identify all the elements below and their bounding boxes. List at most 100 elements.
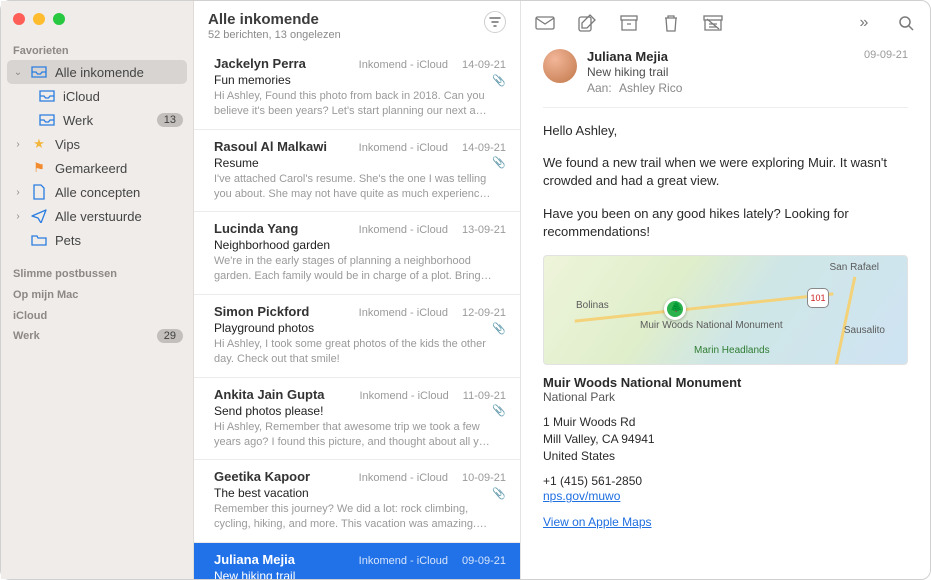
message-date: 13-09-21 [462, 224, 506, 236]
sidebar-item-all-inboxes[interactable]: ⌄ Alle inkomende [7, 60, 187, 84]
inbox-icon [39, 112, 55, 128]
to-value: Ashley Rico [619, 81, 682, 95]
message-list-item[interactable]: Ankita Jain Gupta Inkomend - iCloud 11-0… [194, 378, 520, 461]
unread-badge: 13 [157, 113, 183, 127]
place-address-line: Mill Valley, CA 94941 [543, 431, 908, 448]
sidebar-item-werk-inbox[interactable]: Werk 13 [1, 108, 193, 132]
sidebar-item-vips[interactable]: › ★ Vips [1, 132, 193, 156]
view-on-maps-link[interactable]: View on Apple Maps [543, 515, 652, 529]
sidebar-item-label: Werk [13, 330, 149, 342]
sidebar-section-werk[interactable]: Werk 29 [1, 325, 193, 347]
delete-button[interactable] [661, 13, 681, 33]
message-preview: Hi Ashley, Remember that awesome trip we… [214, 420, 506, 450]
message-list-item[interactable]: Lucinda Yang Inkomend - iCloud 13-09-21 … [194, 212, 520, 295]
archive-button[interactable] [619, 13, 639, 33]
mailbox-subtitle: 52 berichten, 13 ongelezen [208, 29, 484, 41]
message-from: Ankita Jain Gupta [214, 387, 325, 402]
message-list-item[interactable]: Jackelyn Perra Inkomend - iCloud 14-09-2… [194, 47, 520, 130]
message-list[interactable]: Jackelyn Perra Inkomend - iCloud 14-09-2… [194, 47, 520, 579]
map-label: Sausalito [844, 325, 885, 336]
place-address-line: 1 Muir Woods Rd [543, 414, 908, 431]
message-list-item[interactable]: Rasoul Al Malkawi Inkomend - iCloud 14-0… [194, 130, 520, 213]
message-preview: I've attached Carol's resume. She's the … [214, 172, 506, 202]
message-header: Juliana Mejia New hiking trail Aan: Ashl… [543, 49, 908, 95]
to-label: Aan: [587, 81, 612, 95]
search-button[interactable] [896, 13, 916, 33]
sidebar-item-label: iCloud [63, 89, 183, 104]
map-label: Marin Headlands [694, 345, 770, 356]
message-from: Rasoul Al Malkawi [214, 139, 327, 154]
attachment-icon: 📎 [492, 156, 506, 169]
sidebar-item-sent[interactable]: › Alle verstuurde [1, 204, 193, 228]
message-from: Simon Pickford [214, 304, 309, 319]
message-mailbox: Inkomend - iCloud [335, 142, 448, 154]
chevron-right-icon[interactable]: › [13, 139, 23, 150]
place-url-link[interactable]: nps.gov/muwo [543, 489, 620, 503]
map-attachment[interactable]: 101 San Rafael Bolinas Muir Woods Nation… [543, 255, 908, 365]
reply-button[interactable] [535, 13, 555, 33]
chevron-right-icon[interactable]: › [13, 187, 23, 198]
sidebar-item-icloud-inbox[interactable]: iCloud [1, 84, 193, 108]
reading-pane: » Juliana Mejia New hiking trail Aan: As… [521, 1, 930, 579]
divider [543, 107, 908, 108]
document-icon [31, 184, 47, 200]
junk-button[interactable] [703, 13, 723, 33]
message-list-item[interactable]: Juliana Mejia Inkomend - iCloud 09-09-21… [194, 543, 520, 579]
message-from: Geetika Kapoor [214, 469, 310, 484]
message-mailbox: Inkomend - iCloud [318, 472, 448, 484]
zoom-window-button[interactable] [53, 13, 65, 25]
more-button[interactable]: » [854, 13, 874, 33]
folder-icon [31, 232, 47, 248]
message-from: Lucinda Yang [214, 221, 298, 236]
sidebar-item-label: Alle verstuurde [55, 209, 183, 224]
message-mailbox: Inkomend - iCloud [317, 307, 448, 319]
sidebar-item-drafts[interactable]: › Alle concepten [1, 180, 193, 204]
star-icon: ★ [31, 136, 47, 152]
body-paragraph: We found a new trail when we were explor… [543, 154, 908, 190]
sidebar-item-flagged[interactable]: ⚑ Gemarkeerd [1, 156, 193, 180]
message-subject: New hiking trail [214, 569, 506, 579]
message-reader: Juliana Mejia New hiking trail Aan: Ashl… [521, 45, 930, 579]
minimize-window-button[interactable] [33, 13, 45, 25]
chevron-down-icon[interactable]: ⌄ [13, 67, 23, 78]
place-category: National Park [543, 390, 908, 404]
sidebar-section-icloud[interactable]: iCloud [1, 304, 193, 325]
sidebar-item-label: Vips [55, 137, 183, 152]
message-list-item[interactable]: Geetika Kapoor Inkomend - iCloud 10-09-2… [194, 460, 520, 543]
sidebar: Favorieten ⌄ Alle inkomende iCloud Werk … [1, 1, 194, 579]
message-subject: Send photos please! [214, 404, 486, 418]
sidebar-item-label: Pets [55, 233, 183, 248]
message-date: 12-09-21 [462, 307, 506, 319]
window-controls [1, 7, 193, 39]
unread-badge: 29 [157, 329, 183, 343]
toolbar: » [521, 1, 930, 45]
sidebar-item-label: Werk [63, 113, 149, 128]
highway-shield-icon: 101 [807, 288, 829, 308]
attachment-icon: 📎 [492, 74, 506, 87]
map-label: San Rafael [830, 262, 879, 273]
flag-icon: ⚑ [31, 160, 47, 176]
message-subject: Neighborhood garden [214, 238, 506, 252]
message-subject: Playground photos [214, 321, 486, 335]
chevron-right-icon[interactable]: › [13, 211, 23, 222]
message-subject: Resume [214, 156, 486, 170]
filter-button[interactable] [484, 11, 506, 33]
message-list-item[interactable]: Simon Pickford Inkomend - iCloud 12-09-2… [194, 295, 520, 378]
paper-plane-icon [31, 208, 47, 224]
close-window-button[interactable] [13, 13, 25, 25]
sidebar-section-onmymac[interactable]: Op mijn Mac [1, 283, 193, 304]
message-mailbox: Inkomend - iCloud [314, 59, 448, 71]
sidebar-item-label: Gemarkeerd [55, 161, 183, 176]
message-mailbox: Inkomend - iCloud [306, 224, 448, 236]
message-from: Juliana Mejia [214, 552, 295, 567]
sidebar-item-label: Alle concepten [55, 185, 183, 200]
compose-button[interactable] [577, 13, 597, 33]
message-subject: The best vacation [214, 486, 486, 500]
sidebar-section-smart[interactable]: Slimme postbussen [1, 262, 193, 283]
message-preview: Hi Ashley, Found this photo from back in… [214, 89, 506, 119]
body-paragraph: Have you been on any good hikes lately? … [543, 205, 908, 241]
map-pin-icon [664, 298, 686, 320]
message-to: Aan: Ashley Rico [587, 81, 854, 95]
message-mailbox: Inkomend - iCloud [303, 555, 448, 567]
sidebar-item-pets[interactable]: Pets [1, 228, 193, 252]
